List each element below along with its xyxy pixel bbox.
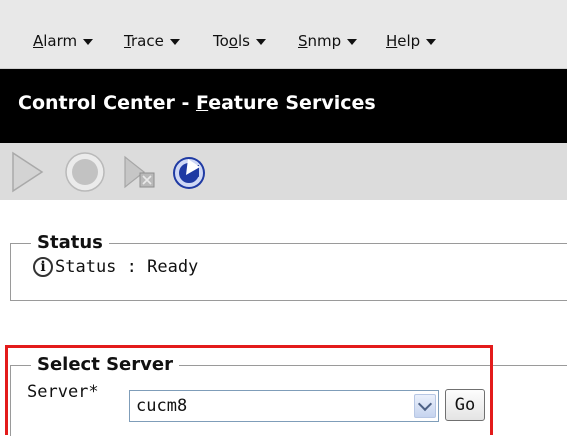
server-select[interactable]: cucm8 [129,390,439,422]
menu-snmp[interactable]: Snmp [298,32,358,50]
menu-tools-label-mnemonic: o [228,32,238,50]
menu-snmp-label-mnemonic: S [298,32,308,50]
select-server-legend: Select Server [31,354,179,375]
info-icon: i [33,257,53,277]
chevron-down-icon [255,39,266,45]
server-select-value: cucm8 [136,396,188,416]
restart-icon [124,155,155,189]
menu-alarm[interactable]: Alarm [33,32,94,50]
start-icon [12,151,44,193]
status-text: Status : Ready [55,257,199,277]
menu-tools[interactable]: Tools [213,32,266,50]
start-button[interactable] [4,149,50,195]
menu-tools-label-pre: To [213,32,229,50]
menu-alarm-label-mnemonic: A [33,32,44,50]
page-title-prefix: Control Center - [18,92,196,114]
status-legend: Status [31,232,109,253]
chevron-down-icon [347,39,358,45]
chevron-down-icon [83,39,94,45]
menu-help[interactable]: Help [386,32,437,50]
menu-trace-label-mnemonic: T [124,32,131,50]
menu-alarm-label-post: larm [43,32,78,50]
menu-help-label-mnemonic: H [386,32,398,50]
refresh-icon [173,157,205,189]
status-row: i Status : Ready [33,257,198,277]
menu-bar: Alarm Trace Tools Snmp Help [0,0,567,69]
select-server-panel: Select Server Server* cucm8 Go [10,354,567,436]
stop-button[interactable] [62,149,108,195]
status-panel: Status i Status : Ready [10,232,567,301]
page-title-suffix: eature Services [208,92,376,114]
toolbar [0,143,567,200]
chevron-down-icon [169,39,180,45]
restart-button[interactable] [120,149,166,195]
refresh-button[interactable] [168,149,214,195]
page-header: Control Center - Feature Services [0,69,567,143]
page-title-mnemonic: F [195,92,209,114]
menu-trace[interactable]: Trace [124,32,180,50]
menu-trace-label-post: race [130,32,164,50]
chevron-down-icon [426,39,437,45]
page-title: Control Center - Feature Services [18,92,376,114]
menu-tools-label-post: ls [237,32,250,50]
server-label: Server* [27,382,99,402]
stop-icon [65,152,105,192]
go-button[interactable]: Go [445,389,485,421]
menu-snmp-label-post: nmp [307,32,342,50]
chevron-down-icon[interactable] [414,394,436,418]
menu-help-label-post: elp [397,32,421,50]
